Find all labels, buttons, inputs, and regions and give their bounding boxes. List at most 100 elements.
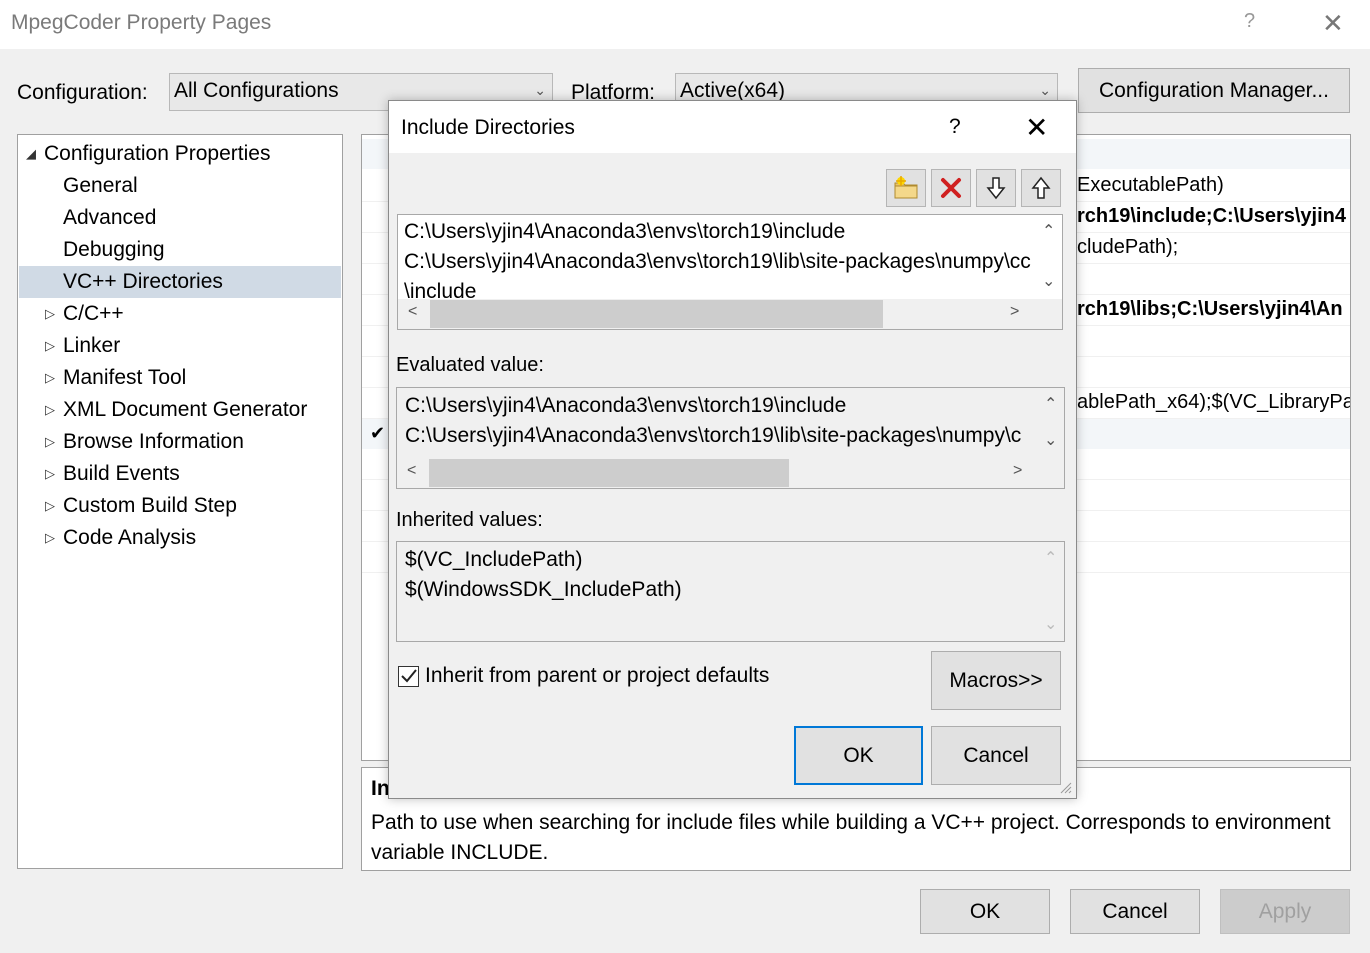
inherited-line: $(VC_IncludePath) bbox=[405, 548, 583, 571]
configuration-manager-button[interactable]: Configuration Manager... bbox=[1078, 68, 1350, 113]
inherit-checkbox-row[interactable]: Inherit from parent or project defaults bbox=[398, 664, 769, 688]
move-up-button[interactable] bbox=[1021, 169, 1061, 207]
tree-item[interactable]: Advanced bbox=[19, 202, 341, 234]
scrollbar-thumb[interactable] bbox=[429, 459, 789, 487]
grid-row-value: ablePath_x64);$(VC_LibraryPath bbox=[1077, 391, 1351, 413]
expand-triangle-icon[interactable]: ▷ bbox=[45, 338, 63, 354]
scroll-up-icon[interactable]: ⌃ bbox=[1042, 221, 1055, 241]
tree-item[interactable]: ▷ Manifest Tool bbox=[19, 362, 341, 394]
tree-item[interactable]: Debugging bbox=[19, 234, 341, 266]
tree-item-label: General bbox=[63, 174, 138, 197]
tree-item-label: Linker bbox=[63, 334, 121, 357]
scroll-up-icon[interactable]: ⌃ bbox=[1044, 394, 1057, 414]
inherit-checkbox-label: Inherit from parent or project defaults bbox=[425, 664, 770, 687]
vertical-scrollbar[interactable]: ⌃ ⌄ bbox=[1036, 215, 1062, 299]
inherit-checkbox[interactable] bbox=[398, 665, 419, 687]
help-icon[interactable]: ? bbox=[949, 115, 961, 139]
tree-item-label: Code Analysis bbox=[63, 526, 197, 549]
evaluated-value-box: C:\Users\yjin4\Anaconda3\envs\torch19\in… bbox=[396, 387, 1065, 489]
close-icon[interactable]: ✕ bbox=[1322, 8, 1344, 39]
move-up-icon bbox=[1031, 176, 1051, 199]
scroll-up-icon[interactable]: ⌃ bbox=[1044, 548, 1057, 568]
tree-item[interactable]: ▷ Browse Information bbox=[19, 426, 341, 458]
platform-value: Active(x64) bbox=[680, 79, 786, 102]
dialog-ok-button[interactable]: OK bbox=[794, 726, 923, 785]
tree-item-label: Manifest Tool bbox=[63, 366, 187, 389]
grid-row-value: ExecutablePath) bbox=[1077, 174, 1224, 196]
window-title: MpegCoder Property Pages bbox=[11, 11, 272, 34]
dialog-cancel-button[interactable]: Cancel bbox=[931, 726, 1061, 785]
resize-grip-icon[interactable] bbox=[1060, 782, 1072, 794]
tree-item-label: Build Events bbox=[63, 462, 180, 485]
tree-root-configuration-properties[interactable]: ◢ Configuration Properties bbox=[26, 138, 270, 170]
scroll-down-icon[interactable]: ⌄ bbox=[1042, 271, 1055, 291]
vertical-scrollbar[interactable]: ⌃ ⌄ bbox=[1038, 388, 1064, 458]
delete-icon bbox=[941, 178, 961, 198]
chevron-down-icon: ⌄ bbox=[1039, 82, 1051, 98]
tree-item-label: VC++ Directories bbox=[63, 270, 223, 293]
scrollbar-thumb[interactable] bbox=[430, 300, 883, 328]
tree-item-label: Custom Build Step bbox=[63, 494, 237, 517]
delete-line-button[interactable] bbox=[931, 169, 971, 207]
ok-button[interactable]: OK bbox=[920, 889, 1050, 934]
tree-item[interactable]: VC++ Directories bbox=[19, 266, 341, 298]
checkmark-icon bbox=[400, 669, 417, 683]
tree-item-label: Debugging bbox=[63, 238, 165, 261]
description-title: In bbox=[371, 777, 390, 800]
tree-root-label: Configuration Properties bbox=[44, 142, 271, 165]
new-folder-icon bbox=[894, 176, 918, 199]
expand-triangle-icon[interactable]: ▷ bbox=[45, 498, 63, 514]
scroll-right-icon[interactable]: > bbox=[1013, 462, 1022, 480]
expanded-triangle-icon: ◢ bbox=[26, 146, 36, 161]
horizontal-scrollbar[interactable]: < > bbox=[397, 458, 1064, 488]
tree-item[interactable]: General bbox=[19, 170, 341, 202]
scroll-right-icon[interactable]: > bbox=[1010, 303, 1019, 321]
collapse-chevron-icon[interactable]: ✔ bbox=[370, 423, 385, 444]
macros-button[interactable]: Macros>> bbox=[931, 651, 1061, 710]
grid-row-value: rch19\libs;C:\Users\yjin4\An bbox=[1077, 298, 1343, 320]
inherited-values-box: $(VC_IncludePath) $(WindowsSDK_IncludePa… bbox=[396, 541, 1065, 642]
include-paths-list[interactable]: C:\Users\yjin4\Anaconda3\envs\torch19\in… bbox=[397, 214, 1063, 330]
inherited-line: $(WindowsSDK_IncludePath) bbox=[405, 578, 682, 601]
scroll-down-icon[interactable]: ⌄ bbox=[1044, 614, 1057, 634]
scroll-left-icon[interactable]: < bbox=[407, 462, 416, 480]
property-tree: ◢ Configuration Properties General Advanc… bbox=[17, 134, 343, 869]
vertical-scrollbar[interactable]: ⌃ ⌄ bbox=[1038, 542, 1064, 641]
scroll-down-icon[interactable]: ⌄ bbox=[1044, 430, 1057, 450]
expand-triangle-icon[interactable]: ▷ bbox=[45, 530, 63, 546]
apply-button[interactable]: Apply bbox=[1220, 889, 1350, 934]
description-text: Path to use when searching for include f… bbox=[371, 811, 1331, 864]
dialog-titlebar: Include Directories ? ✕ bbox=[389, 101, 1076, 153]
evaluated-line: C:\Users\yjin4\Anaconda3\envs\torch19\li… bbox=[405, 424, 1022, 447]
scroll-left-icon[interactable]: < bbox=[408, 303, 417, 321]
list-item[interactable]: C:\Users\yjin4\Anaconda3\envs\torch19\li… bbox=[404, 250, 1031, 274]
help-icon[interactable]: ? bbox=[1244, 10, 1255, 33]
expand-triangle-icon[interactable]: ▷ bbox=[45, 466, 63, 482]
evaluated-line: C:\Users\yjin4\Anaconda3\envs\torch19\in… bbox=[405, 394, 847, 417]
tree-item-label: C/C++ bbox=[63, 302, 124, 325]
dialog-title: Include Directories bbox=[401, 116, 575, 139]
expand-triangle-icon[interactable]: ▷ bbox=[45, 306, 63, 322]
tree-item-label: Advanced bbox=[63, 206, 157, 229]
horizontal-scrollbar[interactable]: < > bbox=[398, 299, 1062, 329]
tree-item-label: XML Document Generator bbox=[63, 398, 308, 421]
tree-item[interactable]: ▷ Code Analysis bbox=[19, 522, 341, 554]
expand-triangle-icon[interactable]: ▷ bbox=[45, 434, 63, 450]
tree-item-label: Browse Information bbox=[63, 430, 244, 453]
close-icon[interactable]: ✕ bbox=[1025, 111, 1048, 144]
expand-triangle-icon[interactable]: ▷ bbox=[45, 370, 63, 386]
tree-item[interactable]: ▷ Linker bbox=[19, 330, 341, 362]
tree-item[interactable]: ▷ Custom Build Step bbox=[19, 490, 341, 522]
cancel-button[interactable]: Cancel bbox=[1070, 889, 1200, 934]
tree-item[interactable]: ▷ C/C++ bbox=[19, 298, 341, 330]
tree-item[interactable]: ▷ XML Document Generator bbox=[19, 394, 341, 426]
grid-row-value: rch19\include;C:\Users\yjin4 bbox=[1077, 205, 1346, 227]
new-line-button[interactable] bbox=[886, 169, 926, 207]
grid-row-value: cludePath); bbox=[1077, 236, 1179, 258]
list-item[interactable]: C:\Users\yjin4\Anaconda3\envs\torch19\in… bbox=[404, 220, 845, 244]
include-directories-dialog: Include Directories ? ✕ C:\Users\yjin4\A… bbox=[388, 100, 1077, 799]
tree-item[interactable]: ▷ Build Events bbox=[19, 458, 341, 490]
expand-triangle-icon[interactable]: ▷ bbox=[45, 402, 63, 418]
move-down-button[interactable] bbox=[976, 169, 1016, 207]
evaluated-value-label: Evaluated value: bbox=[396, 354, 544, 376]
